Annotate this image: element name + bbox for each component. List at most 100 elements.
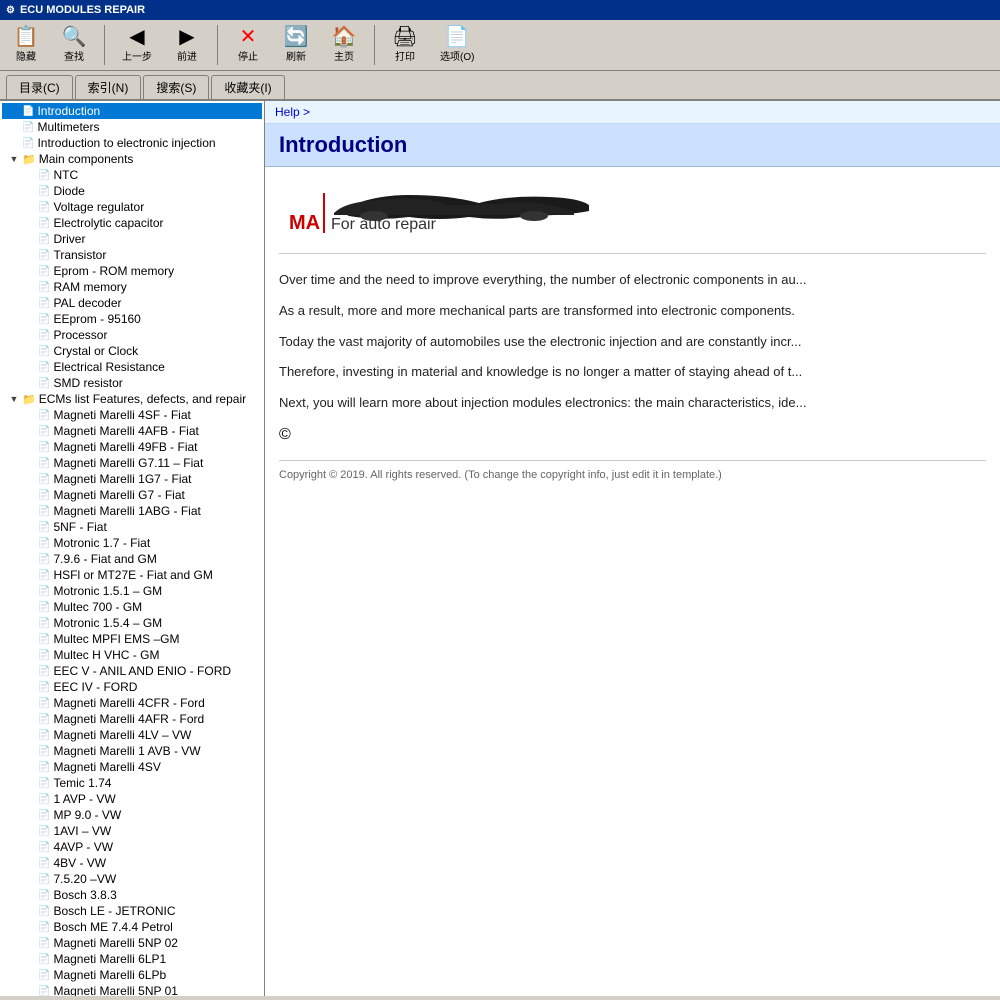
- tree-icon-crystal-clock: 📄: [38, 346, 50, 357]
- tab-bookmarks[interactable]: 收藏夹(I): [211, 75, 284, 99]
- tree-item-electrical-resistance[interactable]: 📄Electrical Resistance: [2, 359, 262, 375]
- forward-button[interactable]: ▶ 前进: [167, 24, 207, 66]
- hide-button[interactable]: 📋 隐藏: [6, 24, 46, 66]
- tab-index[interactable]: 索引(N): [75, 75, 142, 99]
- print-button[interactable]: 🖨 打印: [385, 24, 425, 66]
- tree-label-eec-v-anil: EEC V - ANIL AND ENIO - FORD: [53, 664, 231, 678]
- tree-icon-750-vw: 📄: [38, 874, 50, 885]
- tree-item-eec-v-anil[interactable]: 📄EEC V - ANIL AND ENIO - FORD: [2, 663, 262, 679]
- hide-icon: 📋: [14, 27, 39, 47]
- tree-item-magneti-4sv[interactable]: 📄Magneti Marelli 4SV: [2, 759, 262, 775]
- tree-icon-magneti-4sf: 📄: [38, 410, 50, 421]
- tree-item-introduction[interactable]: 📄Introduction: [2, 103, 262, 119]
- tree-item-eec-iv-ford[interactable]: 📄EEC IV - FORD: [2, 679, 262, 695]
- tree-item-pal-decoder[interactable]: 📄PAL decoder: [2, 295, 262, 311]
- tree-item-motronic-151[interactable]: 📄Motronic 1.5.1 – GM: [2, 583, 262, 599]
- tree-item-smd-resistor[interactable]: 📄SMD resistor: [2, 375, 262, 391]
- tree-label-magneti-4sf: Magneti Marelli 4SF - Fiat: [53, 408, 190, 422]
- tab-toc[interactable]: 目录(C): [6, 75, 73, 99]
- tree-item-eprom-rom[interactable]: 📄Eprom - ROM memory: [2, 263, 262, 279]
- tree-item-crystal-clock[interactable]: 📄Crystal or Clock: [2, 343, 262, 359]
- tree-item-magneti-6lpb[interactable]: 📄Magneti Marelli 6LPb: [2, 967, 262, 983]
- tree-icon-magneti-5np02: 📄: [38, 938, 50, 949]
- tree-item-eeprom-95160[interactable]: 📄EEprom - 95160: [2, 311, 262, 327]
- tree-item-magneti-4lv-vw[interactable]: 📄Magneti Marelli 4LV – VW: [2, 727, 262, 743]
- tree-item-mp90-vw[interactable]: 📄MP 9.0 - VW: [2, 807, 262, 823]
- tree-label-bosch-le-jetronic: Bosch LE - JETRONIC: [53, 904, 175, 918]
- back-button[interactable]: ◀ 上一步: [115, 24, 159, 66]
- tree-icon-magneti-1avb-vw: 📄: [38, 746, 50, 757]
- tree-item-multec-mpfi[interactable]: 📄Multec MPFI EMS –GM: [2, 631, 262, 647]
- tree-item-bosch-383[interactable]: 📄Bosch 3.8.3: [2, 887, 262, 903]
- tree-icon-796-fiat-gm: 📄: [38, 554, 50, 565]
- tree-label-multec-mpfi: Multec MPFI EMS –GM: [53, 632, 179, 646]
- print-label: 打印: [395, 48, 415, 63]
- tree-item-multec-700[interactable]: 📄Multec 700 - GM: [2, 599, 262, 615]
- tree-item-transistor[interactable]: 📄Transistor: [2, 247, 262, 263]
- tree-item-796-fiat-gm[interactable]: 📄7.9.6 - Fiat and GM: [2, 551, 262, 567]
- tree-icon-motronic-17: 📄: [38, 538, 50, 549]
- tree-item-processor[interactable]: 📄Processor: [2, 327, 262, 343]
- tree-item-ntc[interactable]: 📄NTC: [2, 167, 262, 183]
- tree-item-bosch-le-jetronic[interactable]: 📄Bosch LE - JETRONIC: [2, 903, 262, 919]
- sidebar[interactable]: 📄Introduction📄Multimeters📄Introduction t…: [0, 101, 265, 996]
- stop-label: 停止: [238, 48, 258, 63]
- tree-item-hsfi-mt27e[interactable]: 📄HSFl or MT27E - Fiat and GM: [2, 567, 262, 583]
- tree-label-temic-174: Temic 1.74: [53, 776, 111, 790]
- tree-item-intro-electronic-injection[interactable]: 📄Introduction to electronic injection: [2, 135, 262, 151]
- tree-item-main-components[interactable]: ▼📁Main components: [2, 151, 262, 167]
- tree-icon-magneti-5np01: 📄: [38, 986, 50, 997]
- tree-item-magneti-4afb[interactable]: 📄Magneti Marelli 4AFB - Fiat: [2, 423, 262, 439]
- tree-icon-magneti-49fb: 📄: [38, 442, 50, 453]
- tree-label-diode: Diode: [53, 184, 84, 198]
- tree-item-5nf-fiat[interactable]: 📄5NF - Fiat: [2, 519, 262, 535]
- tree-item-electrolytic-capacitor[interactable]: 📄Electrolytic capacitor: [2, 215, 262, 231]
- stop-button[interactable]: ✕ 停止: [228, 24, 268, 66]
- tree-item-ram-memory[interactable]: 📄RAM memory: [2, 279, 262, 295]
- tree-icon-magneti-4cfr-ford: 📄: [38, 698, 50, 709]
- tree-item-magneti-4cfr-ford[interactable]: 📄Magneti Marelli 4CFR - Ford: [2, 695, 262, 711]
- tree-item-multec-h-vhc[interactable]: 📄Multec H VHC - GM: [2, 647, 262, 663]
- tree-item-magneti-1avb-vw[interactable]: 📄Magneti Marelli 1 AVB - VW: [2, 743, 262, 759]
- tree-item-motronic-154[interactable]: 📄Motronic 1.5.4 – GM: [2, 615, 262, 631]
- content-area[interactable]: Help > Introduction MA For auto repair: [265, 101, 1000, 996]
- tree-label-ecms-list: ECMs list Features, defects, and repair: [39, 392, 246, 406]
- tree-icon-magneti-1g7: 📄: [38, 474, 50, 485]
- tree-item-driver[interactable]: 📄Driver: [2, 231, 262, 247]
- tree-item-magneti-g7[interactable]: 📄Magneti Marelli G7 - Fiat: [2, 487, 262, 503]
- options-icon: 📄: [445, 27, 470, 47]
- refresh-button[interactable]: 🔄 刷新: [276, 24, 316, 66]
- tree-label-intro-electronic-injection: Introduction to electronic injection: [37, 136, 215, 150]
- tree-item-multimeters[interactable]: 📄Multimeters: [2, 119, 262, 135]
- tree-item-magneti-5np01[interactable]: 📄Magneti Marelli 5NP 01: [2, 983, 262, 996]
- tree-item-magneti-4sf[interactable]: 📄Magneti Marelli 4SF - Fiat: [2, 407, 262, 423]
- find-button[interactable]: 🔍 查找: [54, 24, 94, 66]
- tree-item-ecms-list[interactable]: ▼📁ECMs list Features, defects, and repai…: [2, 391, 262, 407]
- hide-label: 隐藏: [16, 48, 36, 63]
- tree-item-1avi-vw[interactable]: 📄1AVI – VW: [2, 823, 262, 839]
- tree-item-magneti-1abg[interactable]: 📄Magneti Marelli 1ABG - Fiat: [2, 503, 262, 519]
- tree-icon-diode: 📄: [38, 186, 50, 197]
- tree-item-motronic-17[interactable]: 📄Motronic 1.7 - Fiat: [2, 535, 262, 551]
- tree-item-voltage-regulator[interactable]: 📄Voltage regulator: [2, 199, 262, 215]
- home-icon: 🏠: [332, 27, 357, 47]
- main-layout: 📄Introduction📄Multimeters📄Introduction t…: [0, 101, 1000, 996]
- tab-search[interactable]: 搜索(S): [143, 75, 209, 99]
- options-button[interactable]: 📄 选项(O): [433, 24, 481, 66]
- tree-icon-introduction: 📄: [22, 106, 34, 117]
- tree-label-eprom-rom: Eprom - ROM memory: [53, 264, 174, 278]
- tree-item-diode[interactable]: 📄Diode: [2, 183, 262, 199]
- tree-item-4bv-vw[interactable]: 📄4BV - VW: [2, 855, 262, 871]
- tree-item-magneti-4afr-ford[interactable]: 📄Magneti Marelli 4AFR - Ford: [2, 711, 262, 727]
- tree-item-750-vw[interactable]: 📄7.5.20 –VW: [2, 871, 262, 887]
- tree-item-4avp-vw[interactable]: 📄4AVP - VW: [2, 839, 262, 855]
- tree-item-magneti-1g7[interactable]: 📄Magneti Marelli 1G7 - Fiat: [2, 471, 262, 487]
- tree-item-magneti-49fb[interactable]: 📄Magneti Marelli 49FB - Fiat: [2, 439, 262, 455]
- home-button[interactable]: 🏠 主页: [324, 24, 364, 66]
- tree-item-1avp-vw[interactable]: 📄1 AVP - VW: [2, 791, 262, 807]
- tree-item-magneti-g711[interactable]: 📄Magneti Marelli G7.11 – Fiat: [2, 455, 262, 471]
- tree-item-temic-174[interactable]: 📄Temic 1.74: [2, 775, 262, 791]
- tree-item-bosch-me744[interactable]: 📄Bosch ME 7.4.4 Petrol: [2, 919, 262, 935]
- tree-item-magneti-5np02[interactable]: 📄Magneti Marelli 5NP 02: [2, 935, 262, 951]
- tree-item-magneti-6lp1[interactable]: 📄Magneti Marelli 6LP1: [2, 951, 262, 967]
